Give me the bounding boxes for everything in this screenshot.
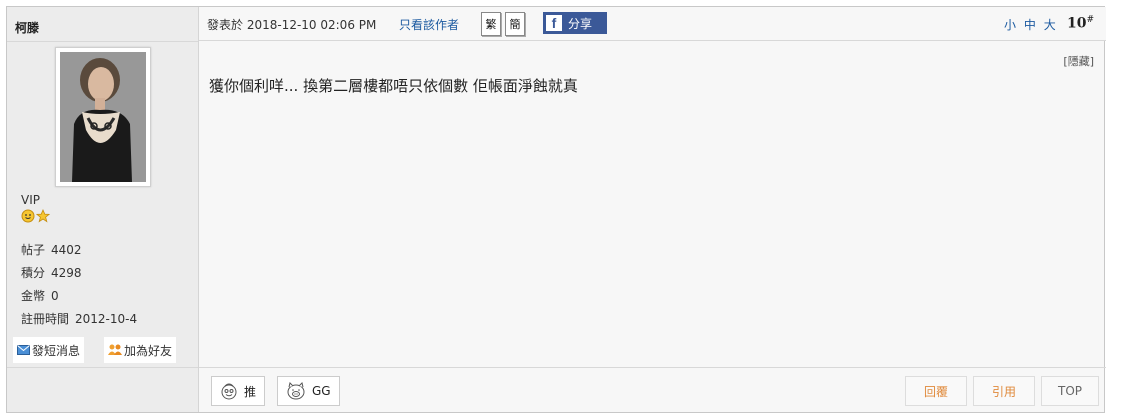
- add-friend-label: 加為好友: [124, 343, 173, 358]
- stat-label: 帖子: [21, 243, 46, 257]
- divider: [7, 41, 198, 42]
- only-author-link[interactable]: 只看該作者: [399, 16, 459, 33]
- gg-button[interactable]: GG: [277, 376, 340, 406]
- font-size-medium-link[interactable]: 中: [1024, 18, 1036, 32]
- stat-register-date: 註冊時間 2012-10-4: [21, 310, 137, 327]
- simplified-button[interactable]: 簡: [505, 12, 525, 36]
- stat-value: 2012-10-4: [75, 312, 138, 326]
- font-size-links: 小 中 大: [1004, 16, 1060, 33]
- post-time: 發表於 2018-12-10 02:06 PM: [207, 18, 377, 32]
- floor-value: 10: [1067, 15, 1087, 32]
- send-message-button[interactable]: 發短消息: [13, 337, 85, 363]
- star-icon: [36, 209, 50, 223]
- floor-mark: #: [1086, 15, 1095, 25]
- share-label: 分享: [568, 16, 593, 31]
- gg-label: GG: [312, 384, 331, 398]
- reply-button[interactable]: 回覆: [905, 376, 967, 406]
- forum-post: 柯滕 VIP 帖子 4402 積分 4298 金幣 0 註冊時間 2012-10…: [6, 6, 1106, 413]
- pig-icon: [287, 382, 305, 400]
- quote-button[interactable]: 引用: [973, 376, 1035, 406]
- stat-coins: 金幣 0: [21, 287, 59, 304]
- stat-label: 積分: [21, 266, 46, 280]
- stat-label: 註冊時間: [21, 312, 70, 326]
- post-footer: 推 GG 回覆 引用 TOP: [199, 367, 1106, 413]
- send-message-label: 發短消息: [32, 343, 81, 358]
- smiley-icon: [21, 209, 35, 223]
- author-sidebar: 柯滕 VIP 帖子 4402 積分 4298 金幣 0 註冊時間 2012-10…: [7, 7, 199, 412]
- post-header: 發表於 2018-12-10 02:06 PM 只看該作者 繁 簡 f 分享 小…: [199, 7, 1106, 41]
- author-name[interactable]: 柯滕: [15, 19, 39, 36]
- avatar[interactable]: [55, 47, 151, 187]
- stat-points: 積分 4298: [21, 264, 82, 281]
- add-friend-button[interactable]: 加為好友: [104, 337, 177, 363]
- stat-value: 4298: [51, 266, 82, 280]
- push-button[interactable]: 推: [211, 376, 266, 406]
- font-size-large-link[interactable]: 大: [1044, 18, 1056, 32]
- post-main: 發表於 2018-12-10 02:06 PM 只看該作者 繁 簡 f 分享 小…: [199, 7, 1106, 412]
- face-icon: [221, 383, 237, 400]
- avatar-image: [60, 52, 146, 182]
- user-rank: VIP: [21, 193, 40, 207]
- divider: [7, 367, 198, 368]
- push-label: 推: [244, 384, 257, 399]
- stat-posts: 帖子 4402: [21, 241, 82, 258]
- floor-number[interactable]: 10#: [1067, 15, 1094, 32]
- rank-stars: [21, 209, 50, 223]
- font-size-small-link[interactable]: 小: [1004, 18, 1016, 32]
- people-icon: [108, 344, 122, 355]
- top-button[interactable]: TOP: [1041, 376, 1099, 406]
- stat-label: 金幣: [21, 289, 46, 303]
- stat-value: 0: [51, 289, 59, 303]
- facebook-share-button[interactable]: f 分享: [543, 12, 607, 34]
- traditional-button[interactable]: 繁: [481, 12, 501, 36]
- post-content: 獲你個利咩... 換第二層樓都唔只依個數 佢帳面淨蝕就真: [209, 77, 578, 95]
- hide-link[interactable]: [隱藏]: [1063, 53, 1094, 69]
- envelope-icon: [17, 345, 30, 355]
- stat-value: 4402: [51, 243, 82, 257]
- facebook-logo-icon: f: [546, 15, 562, 31]
